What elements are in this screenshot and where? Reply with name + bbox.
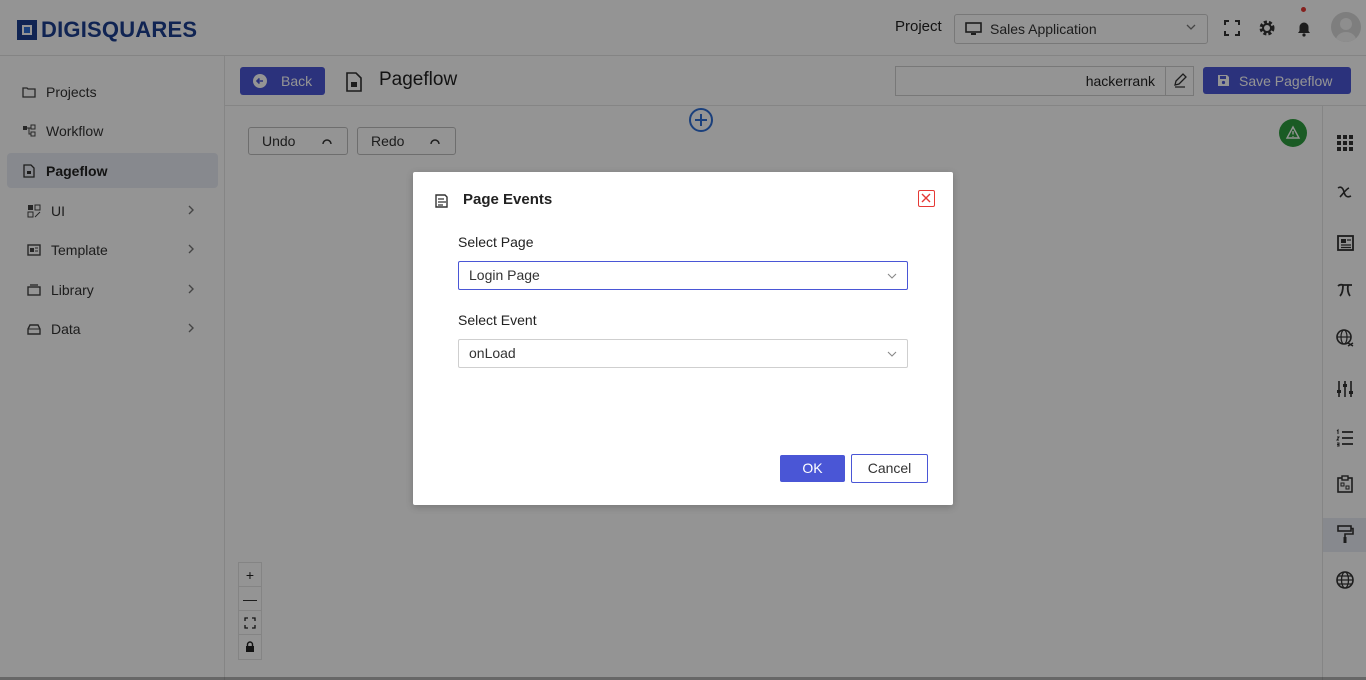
page-events-dialog: Page Events Select Page Login Page Selec…	[413, 172, 953, 505]
select-event-dropdown[interactable]: onLoad	[458, 339, 908, 368]
dialog-title: Page Events	[463, 191, 553, 208]
cancel-button[interactable]: Cancel	[851, 454, 928, 483]
ok-button[interactable]: OK	[780, 455, 845, 482]
chevron-down-icon	[887, 273, 897, 279]
page-events-icon	[435, 194, 448, 208]
close-icon	[921, 193, 931, 203]
select-page-value: Login Page	[469, 267, 540, 283]
select-event-label: Select Event	[458, 312, 537, 328]
chevron-down-icon	[887, 351, 897, 357]
select-page-label: Select Page	[458, 234, 534, 250]
select-page-dropdown[interactable]: Login Page	[458, 261, 908, 290]
close-button[interactable]	[918, 190, 935, 207]
select-event-value: onLoad	[469, 345, 516, 361]
